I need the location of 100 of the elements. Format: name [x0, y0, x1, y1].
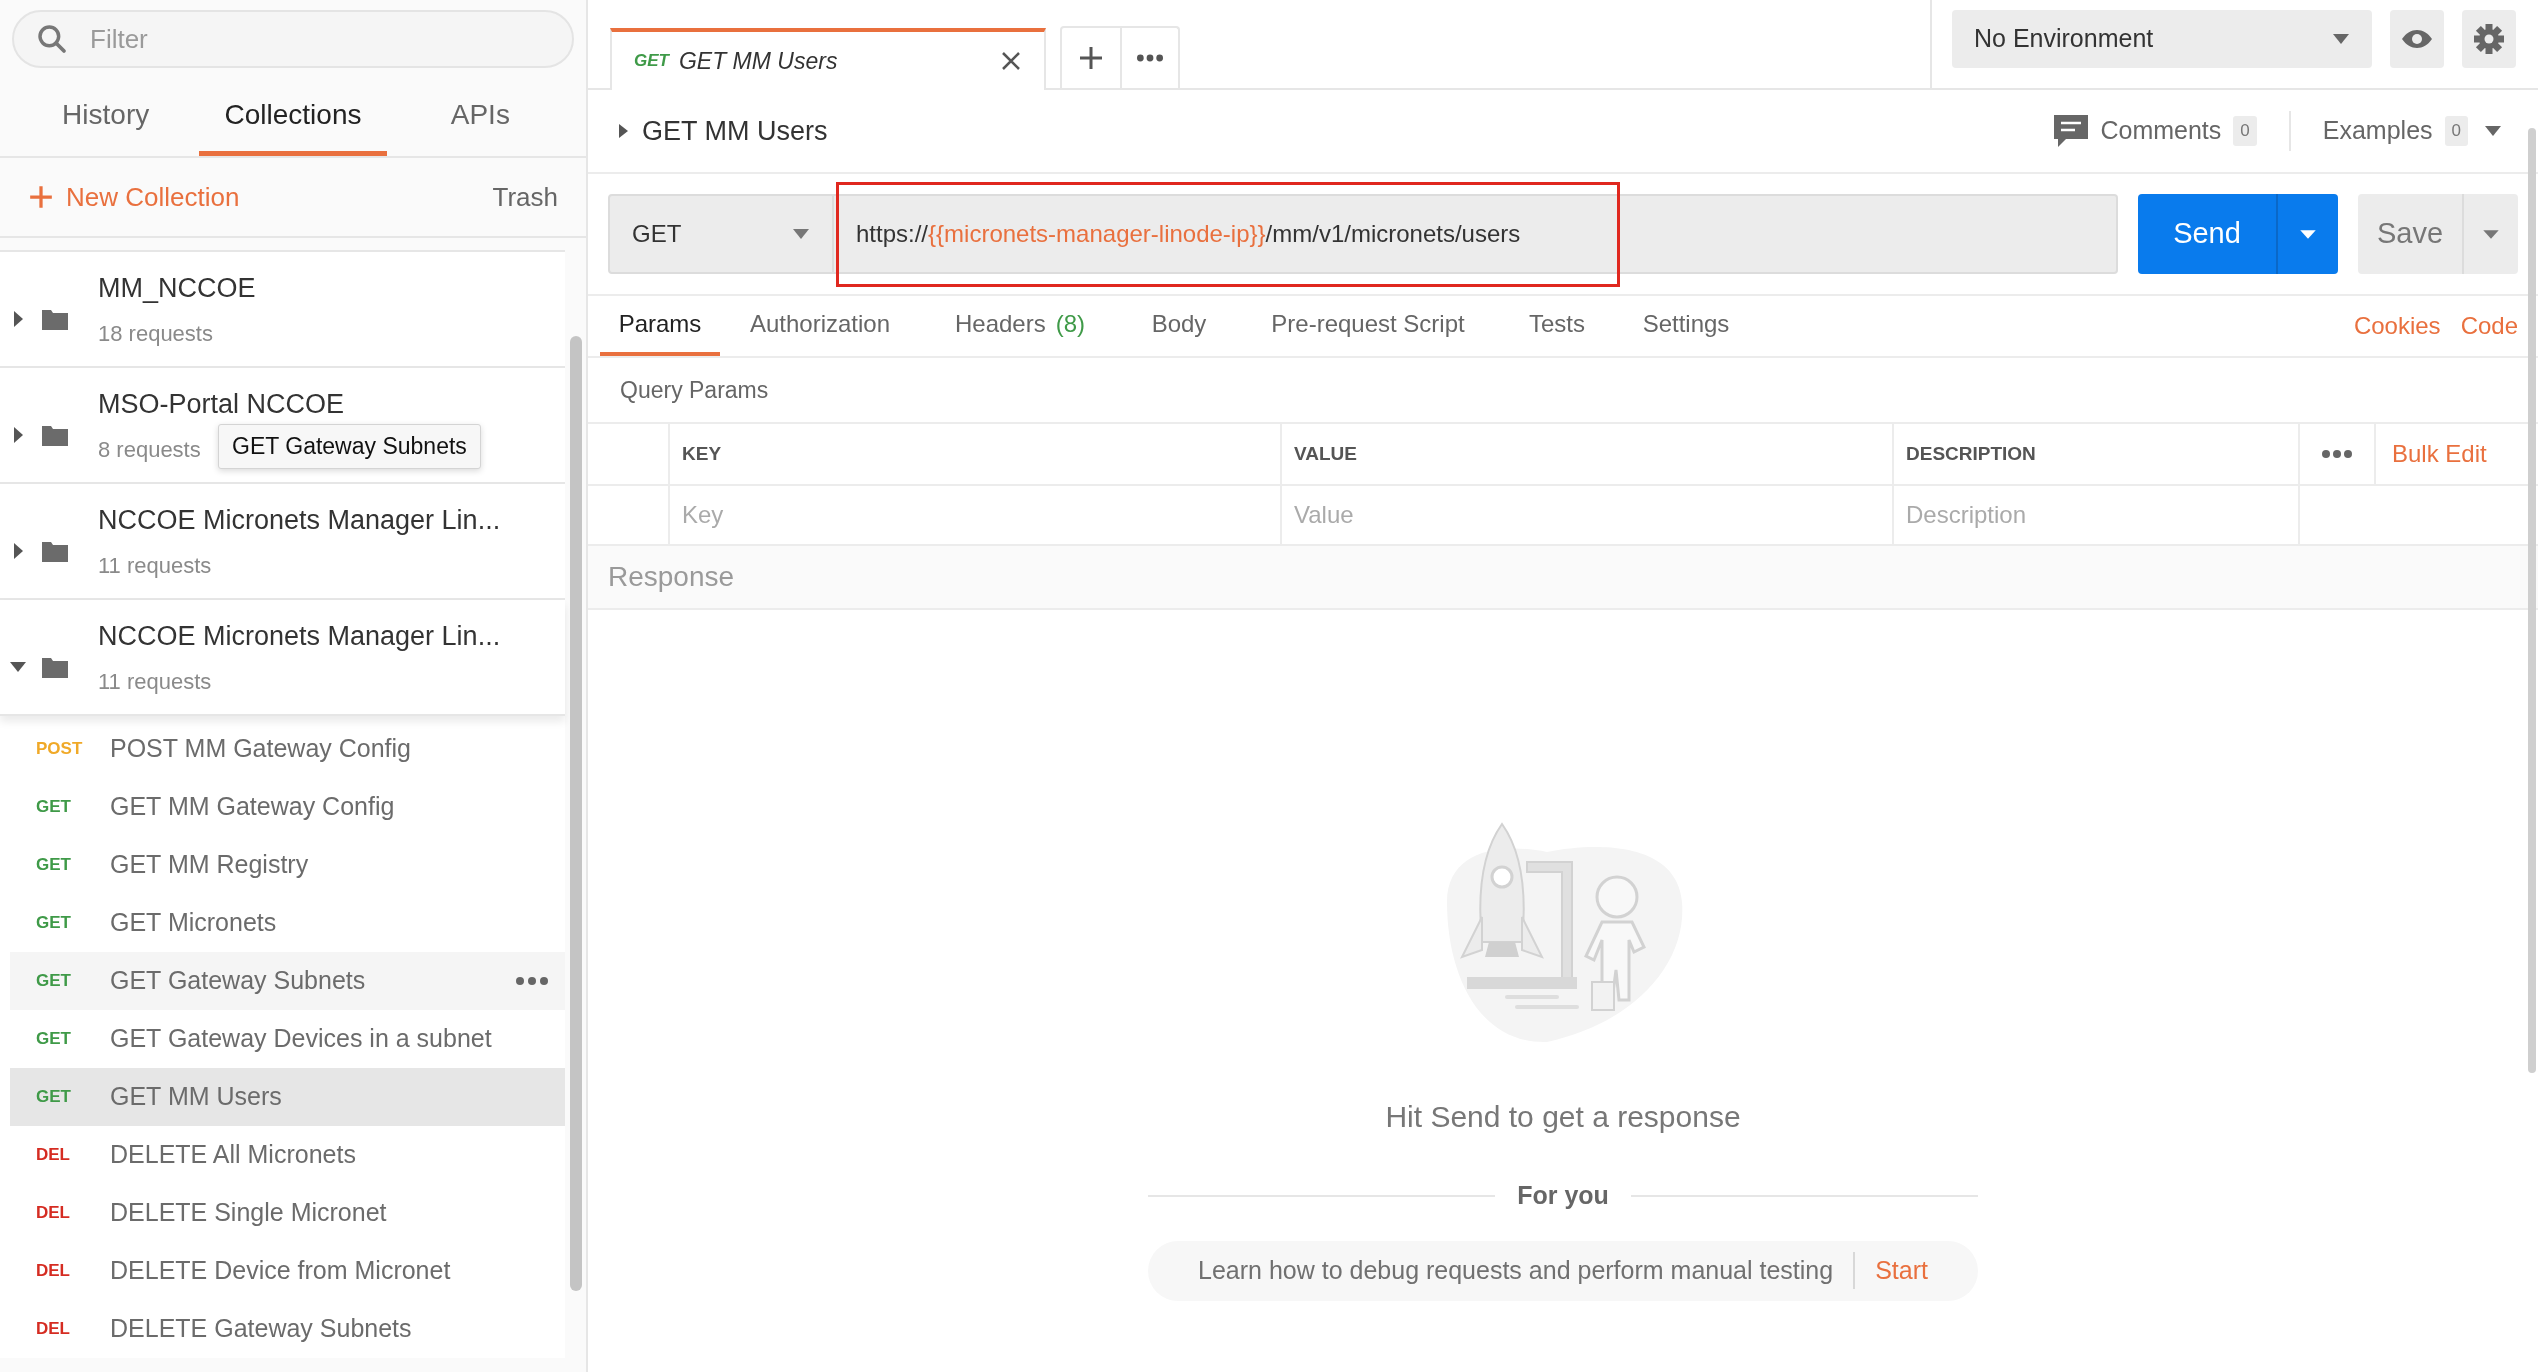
request-item[interactable]: POST POST MM Gateway Config	[10, 720, 565, 778]
method-label: DEL	[35, 1260, 71, 1283]
tip-text: Learn how to debug requests and perform manual testing	[1198, 1251, 1856, 1290]
settings-icon[interactable]	[2462, 10, 2516, 68]
filter-field[interactable]: Filter	[12, 10, 574, 68]
request-tab-option[interactable]: Pre-request Script	[1238, 296, 1498, 356]
examples-button[interactable]: Examples 0	[2322, 112, 2468, 150]
column-header: VALUE	[1282, 424, 1894, 484]
empty-message: Hit Send to get a response	[1385, 1099, 1741, 1135]
param-input[interactable]: Key	[682, 497, 1280, 533]
trash-button[interactable]: Trash	[492, 177, 558, 217]
method-label: GET	[35, 796, 72, 819]
method-label: GET	[35, 912, 72, 935]
count-badge: 0	[2444, 116, 2468, 146]
close-icon[interactable]	[1000, 50, 1022, 72]
request-name: GET Gateway Devices in a subnet	[110, 1023, 493, 1055]
method-label: GET	[35, 1086, 72, 1109]
sidebar-tab[interactable]: History	[12, 78, 200, 156]
tooltip: GET Gateway Subnets	[218, 424, 481, 469]
request-tab-option[interactable]: Authorization	[720, 296, 920, 356]
request-name: DELETE All Micronets	[110, 1139, 357, 1171]
collection-name: MSO-Portal NCCOE	[98, 388, 345, 422]
request-count: 11 requests	[98, 667, 212, 696]
request-count: 18 requests	[98, 319, 213, 348]
column-header: DESCRIPTION	[1894, 424, 2300, 484]
request-item[interactable]: DEL DELETE Gateway Subnets	[10, 1300, 565, 1358]
eye-icon[interactable]	[2390, 10, 2444, 68]
environment-dropdown[interactable]: No Environment	[1952, 10, 2372, 68]
request-item[interactable]: DEL DELETE Device from Micronet	[10, 1242, 565, 1300]
request-name: GET MM Users	[110, 1081, 283, 1113]
send-button[interactable]: Send	[2138, 194, 2276, 274]
request-name: GET MM Registry	[110, 849, 310, 881]
method-label: GET	[35, 970, 72, 993]
response-title: Response	[608, 560, 735, 594]
comment-icon	[2054, 115, 2089, 147]
caret-down-icon[interactable]	[2484, 125, 2502, 137]
scrollbar-thumb[interactable]	[570, 336, 582, 1291]
section-title: Query Params	[619, 375, 770, 405]
request-tab[interactable]: GET GET MM Users	[610, 28, 1046, 90]
param-input[interactable]: Value	[1294, 497, 1892, 533]
caret-right-icon[interactable]	[618, 123, 630, 139]
method-label: POST	[35, 738, 84, 761]
method-label: GET	[634, 50, 669, 73]
request-name: GET Micronets	[110, 907, 278, 939]
tab-title: GET MM Users	[678, 46, 839, 76]
request-item[interactable]: DEL DELETE All Micronets	[10, 1126, 565, 1184]
collection-item[interactable]: MM_NCCOE 18 requests	[0, 252, 565, 368]
request-tab-option[interactable]: Params	[600, 296, 720, 356]
method-label: DEL	[35, 1202, 71, 1225]
method-dropdown[interactable]: GET	[608, 194, 834, 274]
method-label: GET	[35, 1028, 72, 1051]
url-field[interactable]: https://{{micronets-manager-linode-ip}}/mm/v1/micronets/users	[834, 194, 2118, 274]
param-input[interactable]: Description	[1906, 497, 2298, 533]
request-name: POST MM Gateway Config	[110, 733, 413, 765]
link[interactable]: Cookies	[2353, 296, 2441, 356]
method-label: DEL	[35, 1144, 71, 1167]
request-tab-option[interactable]: Headers (8)	[920, 296, 1120, 356]
request-item[interactable]: GET GET Gateway Subnets	[10, 952, 565, 1010]
request-name: GET MM Gateway Config	[110, 791, 396, 823]
collection-name: MM_NCCOE	[98, 272, 256, 306]
request-tab-option[interactable]: Body	[1120, 296, 1238, 356]
request-tab-option[interactable]: Tests	[1498, 296, 1616, 356]
method-label: GET	[35, 854, 72, 877]
folder-icon	[42, 540, 68, 562]
request-item[interactable]: GET GET MM Registry	[10, 836, 565, 894]
request-item[interactable]: GET GET MM Users	[10, 1068, 565, 1126]
sidebar-tab[interactable]: Collections	[199, 78, 387, 156]
plus-icon	[28, 184, 54, 210]
request-name: GET Gateway Subnets	[110, 965, 367, 997]
request-name: DELETE Single Micronet	[110, 1197, 388, 1229]
request-item[interactable]: GET GET MM Gateway Config	[10, 778, 565, 836]
link[interactable]: Code	[2460, 296, 2518, 356]
scrollbar-thumb[interactable]	[2528, 128, 2536, 1073]
request-item[interactable]: GET GET Micronets	[10, 894, 565, 952]
sidebar-tab[interactable]: APIs	[386, 78, 574, 156]
folder-icon	[42, 308, 68, 330]
folder-icon	[42, 424, 68, 446]
start-link[interactable]: Start	[1855, 1251, 1928, 1290]
column-header: KEY	[670, 424, 1282, 484]
request-count: 11 requests	[98, 551, 212, 580]
count-badge: 0	[2233, 116, 2257, 146]
request-item[interactable]: GET GET Gateway Devices in a subnet	[10, 1010, 565, 1068]
new-collection-button[interactable]: New Collection	[28, 177, 240, 217]
collection-item[interactable]: NCCOE Micronets Manager Lin... 11 requests	[0, 600, 565, 716]
search-icon	[36, 23, 68, 55]
comments-button[interactable]: Comments 0	[2054, 112, 2257, 150]
section-heading: For you	[1517, 1180, 1609, 1211]
collection-item[interactable]: NCCOE Micronets Manager Lin... 11 requests	[0, 484, 565, 600]
request-tab-option[interactable]: Settings	[1616, 296, 1756, 356]
more-icon[interactable]	[515, 976, 549, 986]
more-icon[interactable]	[2321, 449, 2353, 459]
request-title: GET MM Users	[642, 114, 829, 148]
request-name: DELETE Gateway Subnets	[110, 1313, 413, 1345]
request-name: DELETE Device from Micronet	[110, 1255, 452, 1287]
folder-icon	[42, 656, 68, 678]
caret-down-icon	[792, 228, 810, 240]
caret-down-icon	[2332, 33, 2350, 45]
collection-name: NCCOE Micronets Manager Lin...	[98, 504, 501, 538]
request-item[interactable]: DEL DELETE Single Micronet	[10, 1184, 565, 1242]
bulk-edit-button[interactable]: Bulk Edit	[2376, 424, 2487, 484]
